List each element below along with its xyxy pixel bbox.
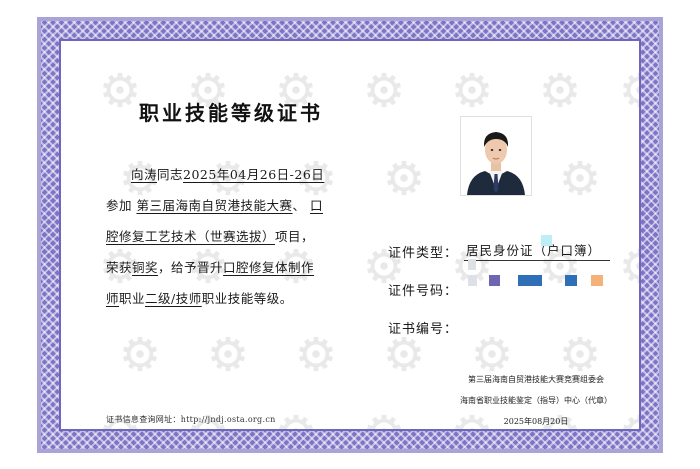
issuer-line-1: 第三届海南自贸港技能大赛竞赛组委会	[468, 375, 604, 384]
cert-number-label: 证书编号：	[388, 322, 459, 337]
gear-skills-icon	[543, 72, 577, 108]
certificate-sheet: 职业技能等级证书 向涛同志2025年04月26日-26日 参加 第三届海南自贸港…	[59, 39, 641, 431]
certificate-body: 向涛同志2025年04月26日-26日 参加 第三届海南自贸港技能大赛、 口腔修…	[106, 159, 326, 314]
suffix-3: 职业	[119, 291, 146, 306]
gear-skills-icon	[367, 414, 401, 429]
gear-skills-icon	[563, 160, 597, 196]
level-name: 二级/技师	[145, 291, 202, 306]
id-type-label: 证件类型：	[388, 246, 459, 261]
issue-date: 2025年08月20日	[503, 417, 569, 426]
gear-skills-icon	[455, 72, 489, 108]
date-range: 2025年04月26日-26日	[183, 167, 325, 182]
competition-name: 第三届海南自贸港技能大赛	[136, 198, 293, 213]
cert-number-row: 证书编号：	[388, 299, 638, 337]
gear-skills-icon	[299, 336, 333, 372]
gear-skills-icon	[211, 336, 245, 372]
redaction-block	[565, 275, 577, 286]
gear-skills-icon	[367, 72, 401, 108]
holder-photo	[460, 116, 532, 196]
query-url: 证书信息查询网址：http://jndj.osta.org.cn	[106, 415, 276, 424]
redaction-block	[489, 275, 500, 286]
certificate-title: 职业技能等级证书	[139, 101, 323, 125]
comma: 、	[292, 198, 306, 213]
id-type-row: 证件类型： 居民身份证（户口簿）	[388, 223, 638, 261]
gear-skills-icon	[475, 336, 509, 372]
award-name: 铜奖	[132, 260, 159, 275]
gear-skills-icon	[279, 414, 313, 429]
id-number-label: 证件号码：	[388, 284, 459, 299]
redaction-block	[541, 235, 552, 246]
gear-skills-icon	[387, 336, 421, 372]
suffix-4: 职业技能等级。	[201, 291, 293, 306]
issuer-line-2: 海南省职业技能鉴定（指导）中心（代章）	[460, 396, 612, 405]
gear-skills-icon	[623, 72, 639, 108]
gear-skills-icon	[103, 72, 137, 108]
portrait-icon	[461, 117, 531, 195]
gear-skills-icon	[123, 336, 157, 372]
suffix-2: ，给予晋升	[158, 260, 224, 275]
gear-skills-icon	[387, 160, 421, 196]
redaction-block	[591, 275, 603, 286]
issuer-block: 第三届海南自贸港技能大赛竞赛组委会 海南省职业技能鉴定（指导）中心（代章） 20…	[411, 369, 639, 429]
salutation: 同志	[157, 167, 184, 182]
certificate-frame: 职业技能等级证书 向涛同志2025年04月26日-26日 参加 第三届海南自贸港…	[37, 17, 663, 453]
holder-name: 向涛	[131, 167, 158, 182]
gear-skills-icon	[563, 336, 597, 372]
prefix-text: 参加	[106, 198, 133, 213]
redaction-block	[468, 275, 477, 286]
id-type-value: 居民身份证（户口簿）	[464, 240, 611, 261]
redaction-block	[468, 259, 476, 270]
redaction-block	[518, 275, 542, 286]
